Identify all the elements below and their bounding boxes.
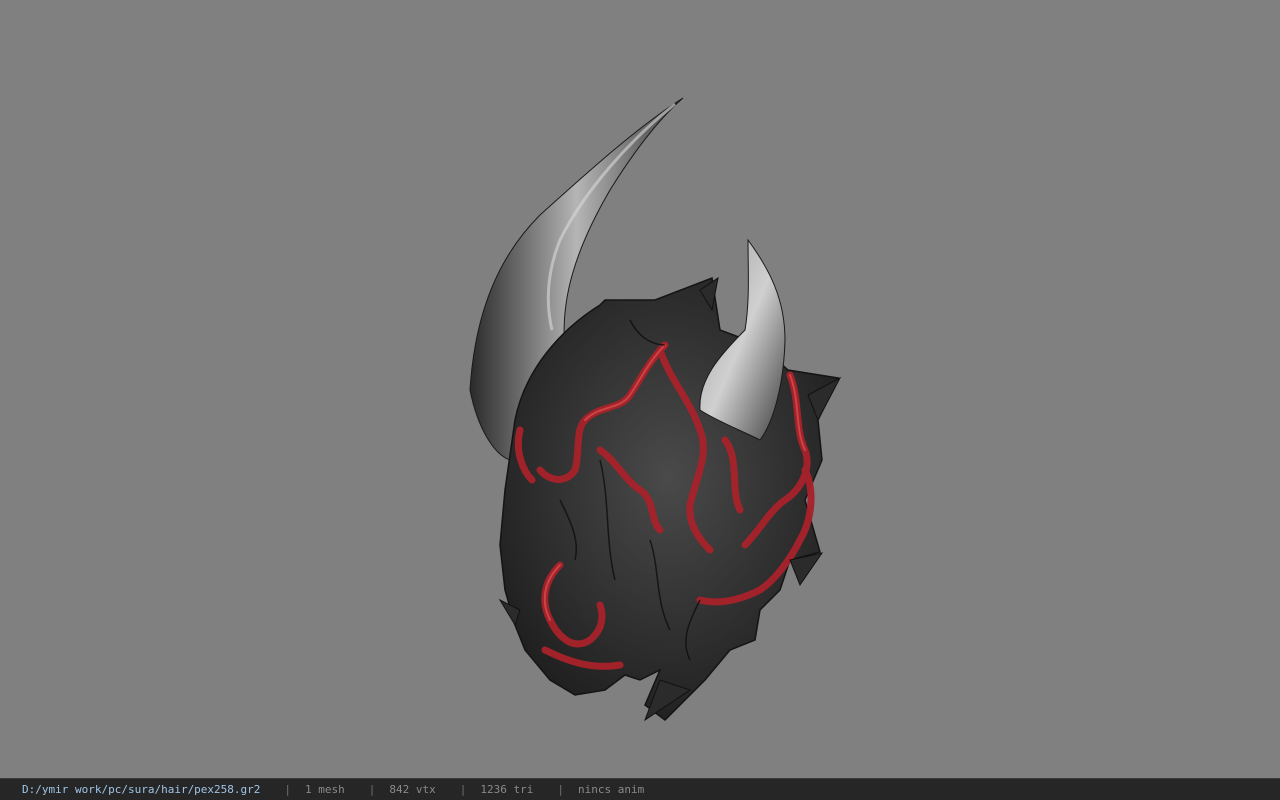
separator: | bbox=[284, 783, 292, 796]
status-bar: D:/ymir work/pc/sura/hair/pex258.gr2 | 1… bbox=[0, 778, 1280, 800]
helmet-model bbox=[469, 97, 842, 722]
mesh-count: 1 mesh bbox=[305, 783, 345, 796]
vertex-count: 842 vtx bbox=[389, 783, 436, 796]
separator: | bbox=[368, 783, 376, 796]
separator: | bbox=[557, 783, 565, 796]
separator: | bbox=[459, 783, 467, 796]
3d-viewport[interactable] bbox=[0, 0, 1280, 778]
file-path: D:/ymir work/pc/sura/hair/pex258.gr2 bbox=[22, 783, 261, 796]
triangle-count: 1236 tri bbox=[480, 783, 534, 796]
anim-status: nincs anim bbox=[578, 783, 645, 796]
